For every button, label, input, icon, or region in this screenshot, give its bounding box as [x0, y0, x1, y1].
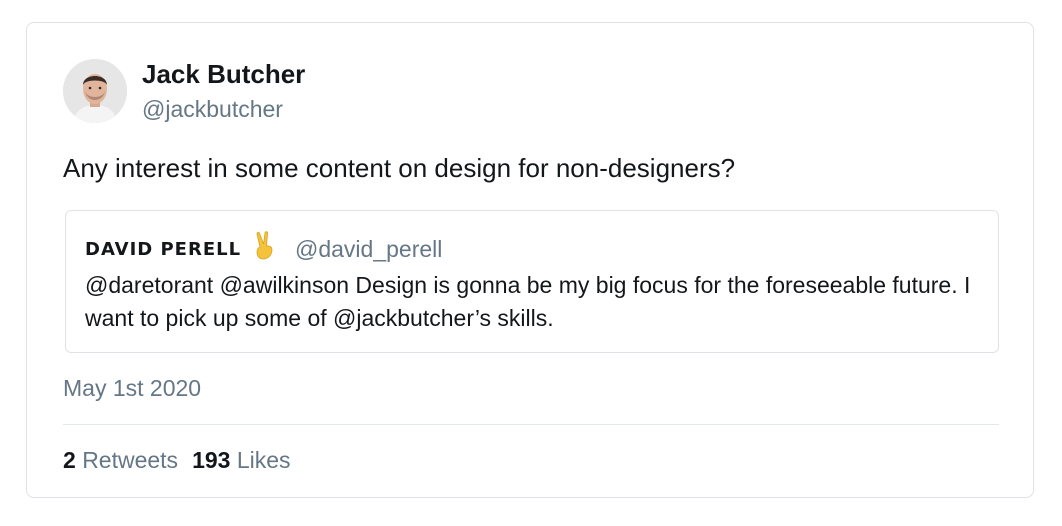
quoted-tweet[interactable]: DAVID PERELL @david_perell @daretorant @… [65, 210, 999, 353]
tweet-date[interactable]: May 1st 2020 [63, 375, 201, 402]
likes-stat[interactable]: 193 Likes [192, 447, 290, 473]
avatar[interactable] [63, 59, 127, 123]
like-count: 193 [192, 447, 231, 473]
like-label: Likes [236, 447, 291, 473]
retweets-stat[interactable]: 2 Retweets [63, 447, 178, 473]
victory-hand-icon [256, 231, 273, 260]
quoted-author-handle: @david_perell [295, 236, 443, 262]
avatar-photo [63, 59, 127, 123]
retweet-label: Retweets [82, 447, 179, 473]
retweet-count: 2 [63, 447, 76, 473]
tweet-text: Any interest in some content on design f… [63, 153, 736, 183]
author-handle[interactable]: @jackbutcher [142, 96, 283, 123]
tweet-stats: 2 Retweets 193 Likes [63, 447, 291, 474]
quoted-tweet-text: @daretorant @awilkinson Design is gonna … [85, 272, 971, 331]
divider [63, 424, 999, 425]
author-name[interactable]: Jack Butcher [142, 59, 305, 90]
quoted-author-name: DAVID PERELL [85, 239, 242, 260]
tweet-card: Jack Butcher @jackbutcher Any interest i… [26, 22, 1034, 498]
